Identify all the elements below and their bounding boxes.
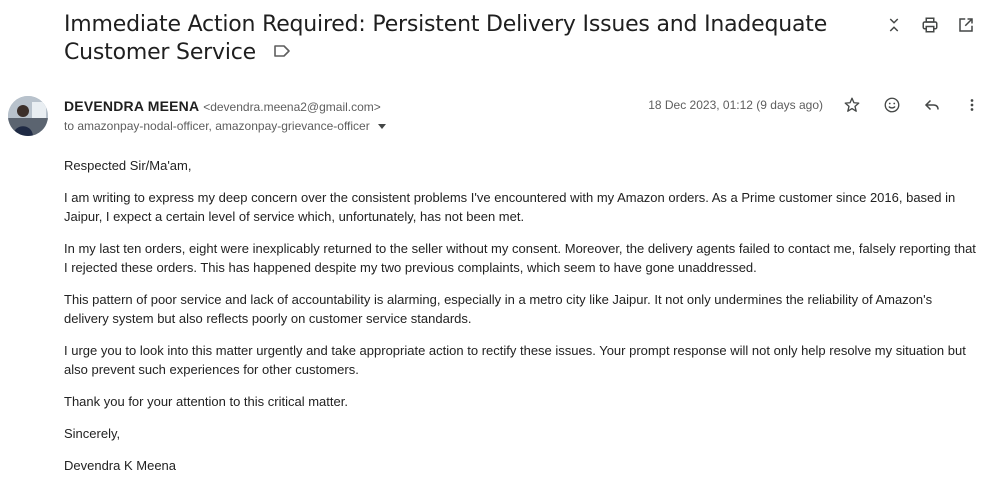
signature: Devendra K Meena (64, 458, 177, 473)
body-paragraph: This pattern of poor service and lack of… (64, 292, 933, 326)
open-in-new-icon[interactable] (955, 14, 977, 36)
body-paragraph: I urge you to look into this matter urge… (64, 343, 966, 377)
body-paragraph: In my last ten orders, eight were inexpl… (64, 241, 976, 275)
show-details-caret-icon[interactable] (377, 123, 386, 129)
message-actions (841, 94, 983, 116)
subject-text: Immediate Action Required: Persistent De… (64, 12, 828, 65)
star-outline-icon[interactable] (841, 94, 863, 116)
sender-info: DEVENDRA MEENA <devendra.meena2@gmail.co… (64, 97, 381, 116)
body-paragraph: Respected Sir/Ma'am, (64, 158, 192, 173)
emoji-reaction-icon[interactable] (881, 94, 903, 116)
unfold-less-icon[interactable] (883, 14, 905, 36)
recipients-line: to amazonpay-nodal-officer, amazonpay-gr… (64, 118, 386, 134)
sender-name[interactable]: DEVENDRA MEENA (64, 98, 199, 114)
body-paragraph: Sincerely, (64, 426, 121, 441)
recipients-text: to amazonpay-nodal-officer, amazonpay-gr… (64, 119, 370, 133)
email-body: Respected Sir/Ma'am, I am writing to exp… (64, 156, 979, 488)
print-icon[interactable] (919, 14, 941, 36)
more-vertical-icon[interactable] (961, 94, 983, 116)
email-subject: Immediate Action Required: Persistent De… (64, 11, 884, 67)
email-view: Immediate Action Required: Persistent De… (0, 0, 989, 494)
thread-actions (883, 14, 977, 36)
label-outline-icon[interactable] (273, 44, 291, 58)
email-date: 18 Dec 2023, 01:12 (9 days ago) (648, 98, 823, 112)
avatar[interactable] (8, 96, 48, 136)
sender-email: <devendra.meena2@gmail.com> (203, 100, 381, 114)
body-paragraph: I am writing to express my deep concern … (64, 190, 956, 224)
reply-icon[interactable] (921, 94, 943, 116)
body-paragraph: Thank you for your attention to this cri… (64, 394, 348, 409)
